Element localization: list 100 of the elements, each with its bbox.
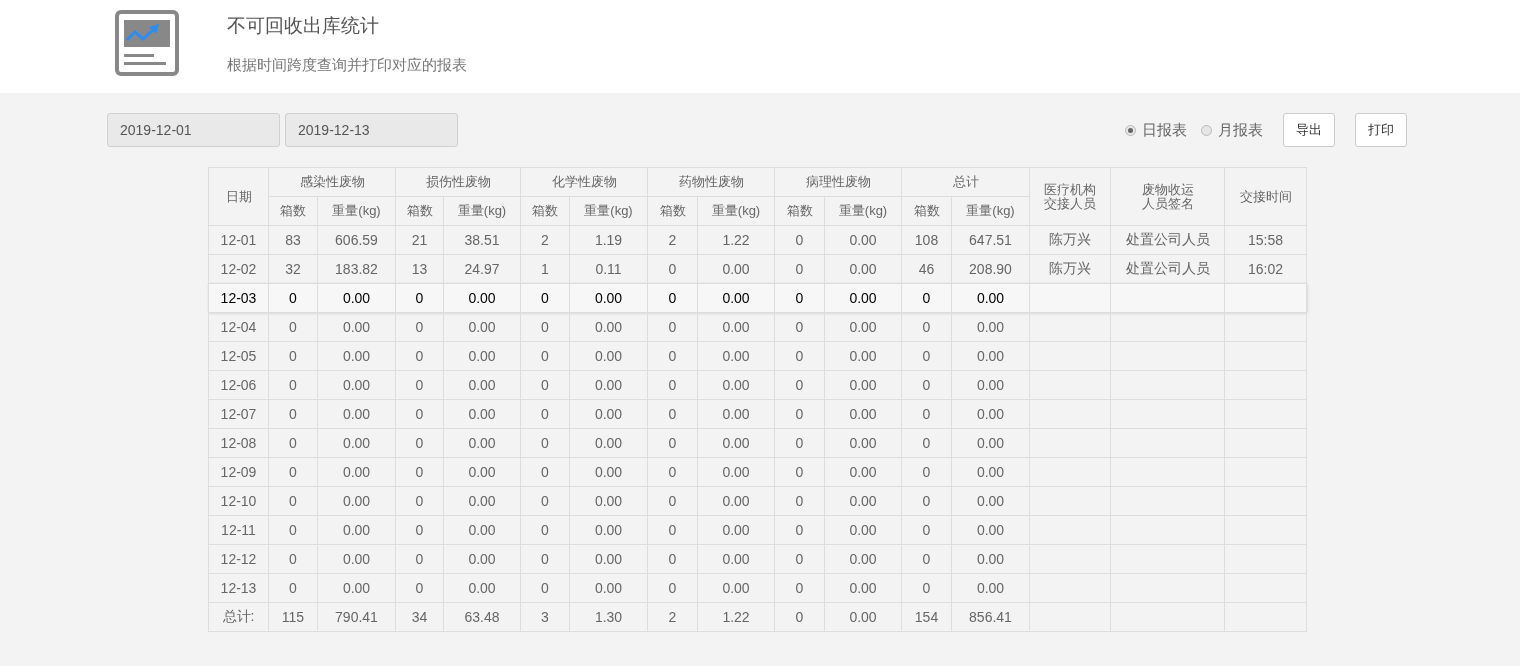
table-cell: 0 xyxy=(520,312,570,342)
table-cell: 0.00 xyxy=(443,341,521,371)
table-cell: 0 xyxy=(395,370,444,400)
header-cell: 重量(kg) xyxy=(443,196,521,226)
table-cell: 2 xyxy=(520,225,570,255)
table-cell: 0 xyxy=(901,515,952,545)
report-type-radio[interactable]: 月报表 xyxy=(1201,120,1263,140)
table-cell: 0.00 xyxy=(443,544,521,574)
table-cell: 12-05 xyxy=(208,341,269,371)
table-cell: 0.00 xyxy=(443,457,521,487)
table-cell: 0.00 xyxy=(697,544,775,574)
table-cell: 0 xyxy=(647,399,698,429)
table-cell: 0 xyxy=(268,341,318,371)
table-cell: 0.00 xyxy=(824,486,902,516)
table-cell: 0.00 xyxy=(443,428,521,458)
table-cell: 0.00 xyxy=(697,573,775,603)
header-cell: 日期 xyxy=(208,167,269,226)
table-cell: 0.00 xyxy=(824,457,902,487)
table-cell: 总计: xyxy=(208,602,269,632)
table-cell: 0.00 xyxy=(569,399,648,429)
export-button[interactable]: 导出 xyxy=(1283,113,1335,147)
table-cell: 0 xyxy=(901,399,952,429)
table-cell: 0 xyxy=(774,457,825,487)
table-cell: 154 xyxy=(901,602,952,632)
table-cell: 46 xyxy=(901,254,952,284)
start-date-field[interactable]: 2019-12-01 xyxy=(107,113,280,147)
table-cell: 0.00 xyxy=(443,370,521,400)
table-cell: 21 xyxy=(395,225,444,255)
table-cell: 0.00 xyxy=(317,399,396,429)
table-cell: 0.00 xyxy=(443,283,521,313)
table-cell: 0.00 xyxy=(569,428,648,458)
table-cell: 0.00 xyxy=(317,312,396,342)
table-cell: 0.00 xyxy=(697,428,775,458)
table-cell: 0.00 xyxy=(317,428,396,458)
table-cell: 12-02 xyxy=(208,254,269,284)
table-cell: 12-11 xyxy=(208,515,269,545)
table-cell: 0 xyxy=(268,399,318,429)
table-cell: 0 xyxy=(901,312,952,342)
table-cell: 0.00 xyxy=(317,515,396,545)
table-cell: 0.00 xyxy=(697,457,775,487)
print-button[interactable]: 打印 xyxy=(1355,113,1407,147)
table-cell: 0.00 xyxy=(697,312,775,342)
table-cell: 790.41 xyxy=(317,602,396,632)
table-cell: 0.00 xyxy=(824,312,902,342)
table-cell: 0 xyxy=(268,544,318,574)
table-cell: 0.00 xyxy=(697,283,775,313)
table-cell: 0 xyxy=(774,486,825,516)
table-cell: 606.59 xyxy=(317,225,396,255)
end-date-field[interactable]: 2019-12-13 xyxy=(285,113,458,147)
table-cell: 0 xyxy=(520,515,570,545)
table-cell: 183.82 xyxy=(317,254,396,284)
table-cell: 0.00 xyxy=(824,573,902,603)
table-cell: 0 xyxy=(395,544,444,574)
header-cell: 损伤性废物 xyxy=(395,167,521,197)
table-cell: 0 xyxy=(647,341,698,371)
table-cell: 208.90 xyxy=(951,254,1030,284)
header-cell: 箱数 xyxy=(901,196,952,226)
table-cell: 0 xyxy=(774,573,825,603)
table-cell: 0.00 xyxy=(951,515,1030,545)
table-cell: 0.00 xyxy=(824,544,902,574)
header-cell: 药物性废物 xyxy=(647,167,775,197)
table-cell: 0 xyxy=(647,573,698,603)
table-cell: 0 xyxy=(647,370,698,400)
page-subtitle: 根据时间跨度查询并打印对应的报表 xyxy=(227,56,467,75)
table-cell: 0.00 xyxy=(951,457,1030,487)
table-cell: 0 xyxy=(268,573,318,603)
table-cell: 0.00 xyxy=(824,370,902,400)
table-cell: 0.00 xyxy=(951,341,1030,371)
table-cell: 34 xyxy=(395,602,444,632)
table-cell: 0 xyxy=(647,254,698,284)
table-cell: 0 xyxy=(774,341,825,371)
table-cell: 0.00 xyxy=(317,486,396,516)
table-cell: 0 xyxy=(395,486,444,516)
report-type-radio[interactable]: 日报表 xyxy=(1125,120,1187,140)
table-cell: 0.00 xyxy=(951,486,1030,516)
table-cell: 0 xyxy=(774,428,825,458)
table-cell: 0 xyxy=(395,399,444,429)
header-cell: 交接时间 xyxy=(1224,167,1307,226)
table-cell: 0.00 xyxy=(569,544,648,574)
table-cell: 12-09 xyxy=(208,457,269,487)
table-cell: 12-12 xyxy=(208,544,269,574)
table-cell: 0.00 xyxy=(569,312,648,342)
table-cell: 0.00 xyxy=(569,486,648,516)
header-cell: 废物收运人员签名 xyxy=(1110,167,1225,226)
table-cell: 0 xyxy=(647,428,698,458)
table-cell: 0.00 xyxy=(443,399,521,429)
table-cell: 0.00 xyxy=(697,254,775,284)
table-cell: 0 xyxy=(520,573,570,603)
table-cell: 0.00 xyxy=(824,254,902,284)
header-cell: 重量(kg) xyxy=(569,196,648,226)
table-cell: 0.00 xyxy=(443,573,521,603)
table-cell: 0.00 xyxy=(824,602,902,632)
table-cell: 856.41 xyxy=(951,602,1030,632)
table-cell: 0 xyxy=(647,544,698,574)
table-cell: 63.48 xyxy=(443,602,521,632)
table-cell: 0.00 xyxy=(824,399,902,429)
table-cell: 1 xyxy=(520,254,570,284)
table-cell: 0.00 xyxy=(824,283,902,313)
table-cell: 0 xyxy=(774,602,825,632)
table-cell: 0.00 xyxy=(697,399,775,429)
